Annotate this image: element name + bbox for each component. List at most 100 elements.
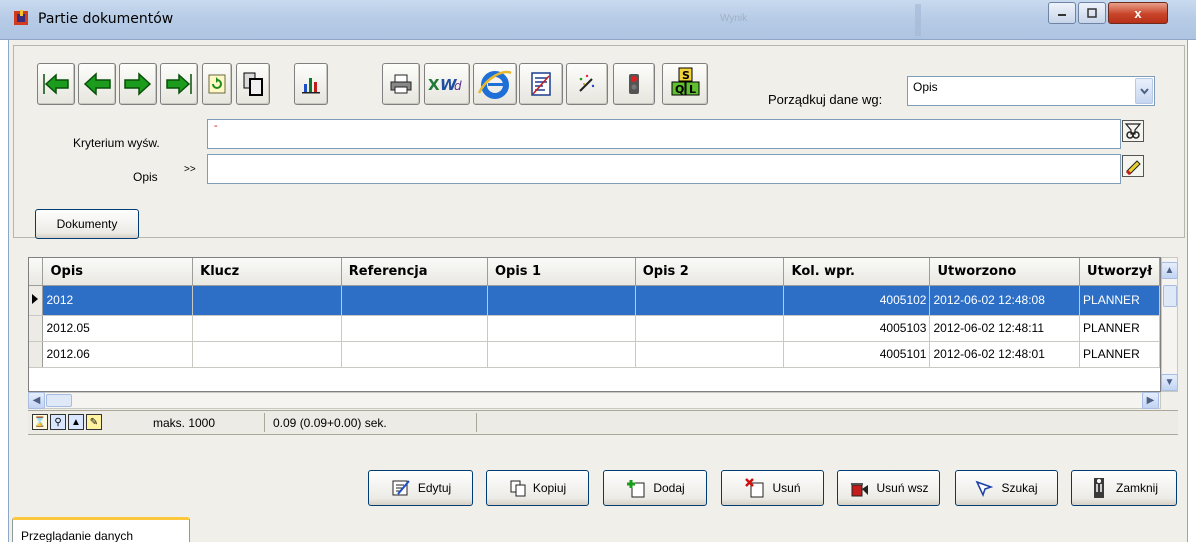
opis-input[interactable]: [207, 154, 1121, 184]
cell-opis2: [635, 315, 785, 342]
cell-opis1: [487, 285, 636, 316]
horizontal-scrollbar[interactable]: ◀ ▶: [28, 392, 1161, 409]
row-indicator: [29, 341, 44, 368]
column-header[interactable]: Opis 1: [487, 258, 636, 286]
add-button[interactable]: Dodaj: [603, 470, 707, 506]
previous-record-button[interactable]: [78, 63, 116, 105]
svg-text:L: L: [689, 83, 696, 96]
scroll-up-button[interactable]: ▲: [1161, 262, 1178, 279]
search-button[interactable]: Szukaj: [955, 470, 1058, 506]
maximize-icon: [1087, 8, 1097, 18]
documents-button[interactable]: Dokumenty: [35, 209, 139, 239]
scroll-left-button[interactable]: ◀: [28, 392, 45, 409]
first-record-button[interactable]: [37, 63, 75, 105]
sql-button[interactable]: SQL: [662, 63, 708, 105]
data-grid[interactable]: Opis Klucz Referencja Opis 1 Opis 2 Kol.…: [28, 257, 1161, 392]
refresh-icon: [208, 74, 226, 94]
row-indicator: [29, 285, 44, 316]
column-header[interactable]: Opis: [42, 258, 194, 286]
copy-icon: [510, 480, 526, 497]
report-button[interactable]: [519, 63, 563, 105]
cell-referencja: [341, 285, 488, 316]
refresh-button[interactable]: [202, 63, 232, 105]
minimize-icon: [1058, 14, 1066, 16]
last-record-icon: [166, 73, 192, 95]
opis-operator: >>: [184, 164, 196, 175]
exit-door-icon: [1093, 478, 1104, 498]
chevron-right-icon: ▶: [1146, 395, 1155, 406]
bar-chart-icon: [302, 78, 320, 94]
chart-button[interactable]: [294, 63, 328, 105]
close-window-button[interactable]: Zamknij: [1071, 470, 1177, 506]
scroll-down-button[interactable]: ▼: [1161, 374, 1178, 391]
note-icon[interactable]: ✎: [86, 414, 102, 430]
query-time: 0.09 (0.09+0.00) sek.: [273, 416, 387, 430]
close-button[interactable]: x: [1108, 2, 1168, 24]
internet-explorer-icon: [477, 70, 512, 99]
vertical-scrollbar[interactable]: ▲ ▼: [1161, 257, 1178, 392]
cell-opis: 2012: [42, 285, 194, 316]
cell-klucz: [192, 285, 342, 316]
first-record-icon: [43, 73, 69, 95]
table-row[interactable]: 2012.05 4005103 2012-06-02 12:48:11 PLAN…: [29, 315, 1160, 342]
print-button[interactable]: [382, 63, 420, 105]
grid-table: Opis Klucz Referencja Opis 1 Opis 2 Kol.…: [29, 258, 1160, 368]
tab-browse-data[interactable]: Przeglądanie danych: [12, 517, 190, 542]
tab-label: Przeglądanie danych: [21, 529, 134, 542]
column-header[interactable]: Kol. wpr.: [783, 258, 931, 286]
cell-opis1: [487, 341, 636, 368]
criteria-input[interactable]: -: [207, 119, 1121, 149]
edit-icon: [392, 480, 410, 496]
status-divider: [476, 413, 477, 432]
sort-dropdown[interactable]: Opis: [907, 76, 1155, 106]
tree-icon[interactable]: ▲: [68, 414, 84, 430]
next-record-button[interactable]: [119, 63, 157, 105]
column-header[interactable]: Utworzono: [929, 258, 1081, 286]
delete-all-icon: [851, 483, 869, 497]
zoom-icon[interactable]: ⚲: [50, 414, 66, 430]
column-header[interactable]: Referencja: [341, 258, 488, 286]
cell-kol-wpr: 4005102: [783, 285, 931, 316]
close-window-button-label: Zamknij: [1115, 481, 1158, 495]
print-icon: [390, 74, 412, 94]
cell-utworzyl: PLANNER: [1079, 341, 1160, 368]
cell-kol-wpr: 4005101: [783, 341, 931, 368]
scroll-right-button[interactable]: ▶: [1142, 392, 1159, 409]
chevron-down-icon: [1139, 87, 1149, 95]
chevron-down-icon: ▼: [1164, 377, 1175, 388]
delete-all-button[interactable]: Usuń wsz: [837, 470, 940, 506]
cell-utworzono: 2012-06-02 12:48:11: [929, 315, 1081, 342]
eraser-icon: [1125, 160, 1141, 175]
opis-label: Opis: [133, 170, 158, 184]
report-icon: [531, 72, 551, 96]
copy-button[interactable]: Kopiuj: [486, 470, 589, 506]
cell-utworzyl: PLANNER: [1079, 315, 1160, 342]
excel-word-export-icon: X Wd: [428, 76, 462, 94]
column-header[interactable]: Opis 2: [635, 258, 785, 286]
internet-explorer-button[interactable]: [473, 63, 517, 105]
delete-button[interactable]: Usuń: [721, 470, 824, 506]
minimize-button[interactable]: [1048, 2, 1076, 24]
last-record-button[interactable]: [160, 63, 198, 105]
filter-criteria-button[interactable]: [1122, 120, 1144, 142]
table-row[interactable]: 2012 4005102 2012-06-02 12:48:08 PLANNER: [29, 285, 1160, 316]
column-header[interactable]: Utworzył: [1079, 258, 1160, 286]
traffic-light-button[interactable]: [613, 63, 655, 105]
bottom-separator: [28, 434, 1178, 435]
copy-pages-button[interactable]: [236, 63, 270, 105]
dropdown-arrow-button[interactable]: [1135, 78, 1153, 104]
wizard-button[interactable]: [566, 63, 608, 105]
maximize-button[interactable]: [1078, 2, 1106, 24]
cell-utworzono: 2012-06-02 12:48:01: [929, 341, 1081, 368]
column-header[interactable]: Klucz: [192, 258, 342, 286]
clear-filter-button[interactable]: [1122, 155, 1144, 177]
horizontal-scroll-thumb[interactable]: [46, 394, 72, 407]
vertical-scroll-thumb[interactable]: [1163, 285, 1177, 307]
cell-opis: 2012.06: [42, 341, 194, 368]
add-button-label: Dodaj: [653, 481, 685, 495]
export-office-button[interactable]: XWd: [424, 63, 470, 105]
hourglass-icon[interactable]: ⌛: [32, 414, 48, 430]
edit-button[interactable]: Edytuj: [368, 470, 473, 506]
cell-kol-wpr: 4005103: [783, 315, 931, 342]
table-row[interactable]: 2012.06 4005101 2012-06-02 12:48:01 PLAN…: [29, 341, 1160, 368]
